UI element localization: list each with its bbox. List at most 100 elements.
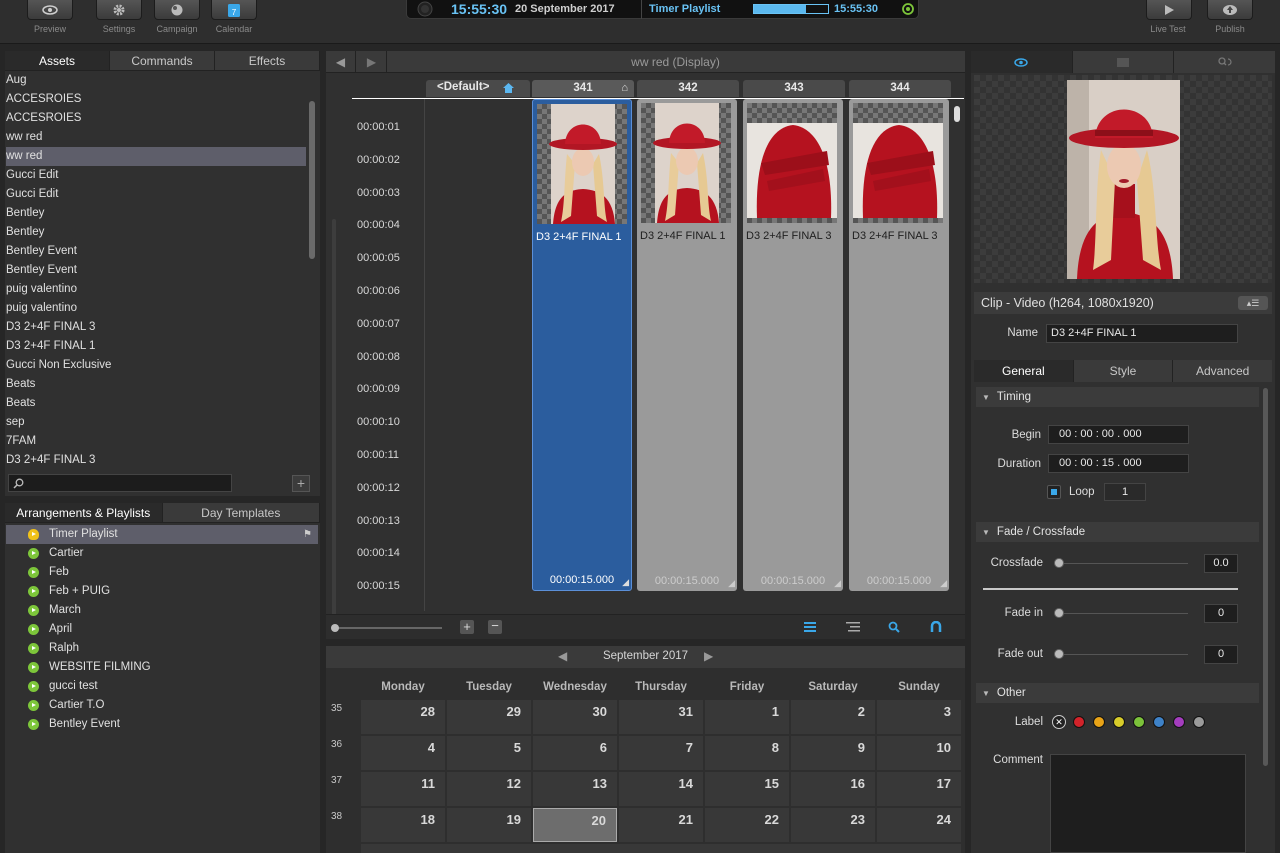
fade-section-header[interactable]: Fade / Crossfade — [976, 522, 1259, 542]
live-test-button[interactable] — [1146, 0, 1192, 20]
tab-preview[interactable] — [971, 51, 1073, 73]
calendar-day-cell[interactable]: 10 — [877, 736, 961, 770]
calendar-day-cell[interactable]: 14 — [619, 772, 703, 806]
calendar-day-cell[interactable]: 7 — [619, 736, 703, 770]
timeline-clip[interactable]: D3 2+4F FINAL 1 00:00:15.000 ◢ — [637, 99, 737, 591]
tab-effects[interactable]: Effects — [215, 51, 320, 71]
clip-menu-button[interactable]: ▴☰ — [1238, 296, 1268, 310]
next-month-button[interactable]: ▶ — [704, 649, 713, 663]
tab-commands[interactable]: Commands — [110, 51, 215, 71]
asset-tree-item[interactable]: puig valentino — [6, 280, 306, 299]
timeline-clip[interactable]: D3 2+4F FINAL 3 00:00:15.000 ◢ — [743, 99, 843, 591]
calendar-day-cell[interactable]: 9 — [791, 736, 875, 770]
timeline-clip[interactable]: D3 2+4F FINAL 1 00:00:15.000 ◢ — [532, 99, 632, 591]
crossfade-slider[interactable] — [1058, 563, 1188, 564]
calendar-day-cell[interactable]: 23 — [791, 808, 875, 842]
asset-tree-item[interactable]: D3 2+4F FINAL 3 — [6, 318, 306, 337]
playlist-item[interactable]: Feb — [6, 563, 318, 582]
playlist-item[interactable]: Ralph — [6, 639, 318, 658]
calendar-button[interactable]: 7 — [211, 0, 257, 20]
label-color-swatch[interactable] — [1153, 716, 1165, 728]
asset-tree-item[interactable]: puig valentino — [6, 299, 306, 318]
asset-tree-item[interactable]: Aug — [6, 71, 306, 90]
calendar-day-cell[interactable]: 24 — [877, 808, 961, 842]
timing-section-header[interactable]: Timing — [976, 387, 1259, 407]
asset-tree-item[interactable]: Gucci Edit — [6, 166, 306, 185]
tab-style[interactable]: Style — [1073, 360, 1174, 382]
duration-time-field[interactable]: 00 : 00 : 15 . 000 — [1048, 454, 1189, 473]
loop-checkbox[interactable] — [1047, 485, 1061, 499]
tab-arrangements-playlists[interactable]: Arrangements & Playlists — [5, 503, 163, 523]
asset-tree-item[interactable]: 7FAM — [6, 432, 306, 451]
calendar-day-cell[interactable]: 2 — [791, 700, 875, 734]
playlist-item[interactable]: March — [6, 601, 318, 620]
back-button[interactable]: ◀ — [326, 51, 356, 73]
calendar-day-cell[interactable]: 18 — [361, 808, 445, 842]
fade-out-slider[interactable] — [1058, 654, 1188, 655]
tab-day-templates[interactable]: Day Templates — [162, 503, 320, 523]
clip-name-field[interactable]: D3 2+4F FINAL 1 — [1046, 324, 1238, 343]
playlist-item[interactable]: Cartier T.O — [6, 696, 318, 715]
calendar-day-cell[interactable]: 16 — [791, 772, 875, 806]
fade-out-value-field[interactable]: 0 — [1204, 645, 1238, 664]
calendar-day-cell[interactable]: 1 — [705, 700, 789, 734]
asset-tree-item[interactable]: ww red — [6, 147, 306, 166]
tab-assets[interactable]: Assets — [5, 51, 110, 71]
flag-icon[interactable]: ⚑ — [303, 525, 312, 544]
label-color-swatch[interactable] — [1133, 716, 1145, 728]
zoom-slider-knob[interactable] — [331, 624, 339, 632]
calendar-day-cell[interactable]: 31 — [619, 700, 703, 734]
playlist-item[interactable]: WEBSITE FILMING — [6, 658, 318, 677]
begin-time-field[interactable]: 00 : 00 : 00 . 000 — [1048, 425, 1189, 444]
zoom-slider[interactable] — [334, 627, 442, 629]
tab-media[interactable] — [1072, 51, 1175, 73]
asset-tree-item[interactable]: Gucci Non Exclusive — [6, 356, 306, 375]
timeline-scrollbar[interactable] — [954, 106, 960, 122]
comment-textarea[interactable] — [1050, 754, 1246, 853]
snap-magnet-icon[interactable] — [930, 621, 942, 633]
tab-advanced[interactable]: Advanced — [1173, 360, 1273, 382]
playlist-item[interactable]: Feb + PUIG — [6, 582, 318, 601]
timeline-column-header[interactable]: 344 — [849, 80, 951, 97]
list-view-icon[interactable] — [804, 621, 816, 633]
calendar-day-cell[interactable]: 19 — [447, 808, 531, 842]
calendar-day-cell[interactable]: 15 — [705, 772, 789, 806]
resize-handle-icon[interactable]: ◢ — [728, 578, 735, 589]
asset-tree-item[interactable]: D3 2+4F FINAL 1 — [6, 337, 306, 356]
asset-tree-item[interactable]: ACCESROIES — [6, 90, 306, 109]
calendar-day-cell[interactable]: 6 — [533, 736, 617, 770]
search-icon[interactable] — [888, 621, 900, 633]
tab-general[interactable]: General — [974, 360, 1074, 382]
settings-button[interactable] — [96, 0, 142, 20]
calendar-day-cell[interactable]: 8 — [705, 736, 789, 770]
calendar-day-cell[interactable]: 13 — [533, 772, 617, 806]
calendar-day-cell[interactable]: 29 — [447, 700, 531, 734]
calendar-day-cell[interactable]: 4 — [361, 736, 445, 770]
tab-search[interactable] — [1174, 51, 1276, 73]
inspector-scrollbar[interactable] — [1263, 388, 1268, 766]
timeline-column-header[interactable]: 342 — [637, 80, 739, 97]
assets-scrollbar[interactable] — [309, 101, 315, 259]
preview-button[interactable] — [27, 0, 73, 20]
calendar-day-cell[interactable]: 12 — [447, 772, 531, 806]
asset-tree-item[interactable]: ACCESROIES — [6, 109, 306, 128]
timeline-clip[interactable]: D3 2+4F FINAL 3 00:00:15.000 ◢ — [849, 99, 949, 591]
calendar-day-cell[interactable]: 5 — [447, 736, 531, 770]
playlist-item[interactable]: Cartier — [6, 544, 318, 563]
asset-tree-item[interactable]: Beats — [6, 375, 306, 394]
playlist-item[interactable]: Timer Playlist ⚑ — [6, 525, 318, 544]
label-color-swatch[interactable] — [1093, 716, 1105, 728]
home-icon[interactable]: ⌂ — [621, 80, 628, 97]
timeline-vertical-slider[interactable] — [332, 219, 336, 619]
calendar-day-cell[interactable]: 30 — [533, 700, 617, 734]
calendar-day-cell[interactable]: 28 — [361, 700, 445, 734]
playlist-item[interactable]: Bentley Event — [6, 715, 318, 734]
label-color-swatch[interactable] — [1073, 716, 1085, 728]
campaign-button[interactable] — [154, 0, 200, 20]
asset-tree-item[interactable]: Bentley Event — [6, 261, 306, 280]
asset-tree-item[interactable]: ww red — [6, 128, 306, 147]
align-icon[interactable] — [846, 621, 860, 633]
asset-tree-item[interactable]: Bentley — [6, 223, 306, 242]
playlist-item[interactable]: April — [6, 620, 318, 639]
asset-tree-item[interactable]: sep — [6, 413, 306, 432]
